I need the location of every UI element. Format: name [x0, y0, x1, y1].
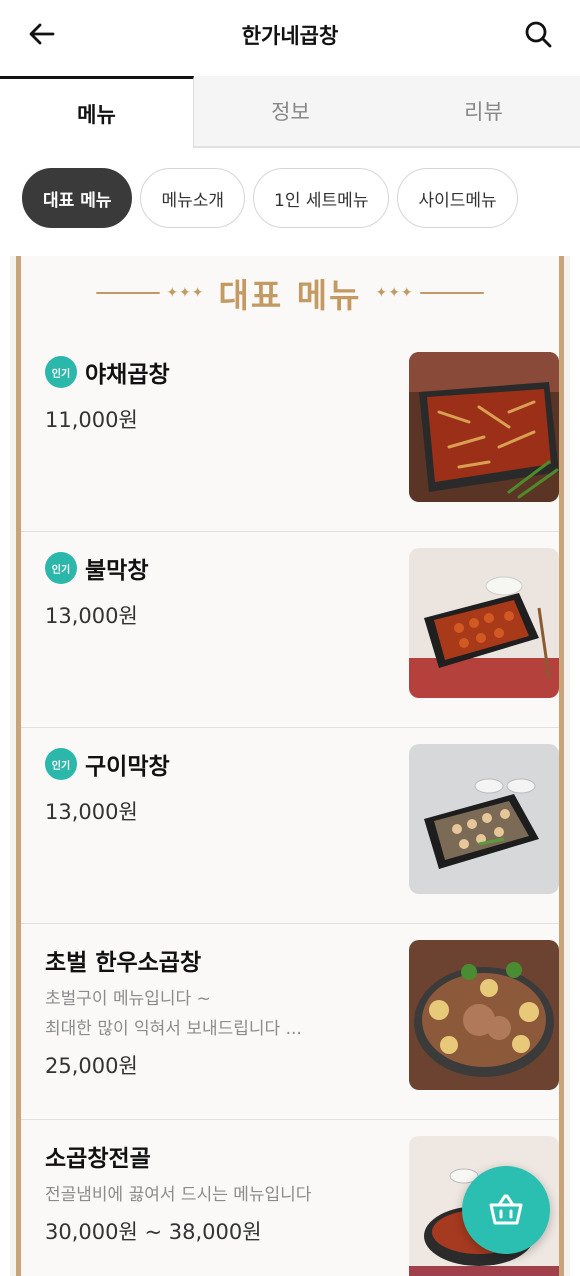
menu-item[interactable]: 인기 야채곱창 11,000원 — [21, 336, 559, 532]
tab-info[interactable]: 정보 — [194, 76, 387, 146]
menu-item-price: 30,000원 ~ 38,000원 — [45, 1220, 262, 1244]
menu-panel-background: ✦✦✦ 대표 메뉴 ✦✦✦ 인기 야채곱창 11,000원 인기 불막창 13,… — [10, 256, 570, 1276]
menu-item-description: 초벌구이 메뉴입니다 ~ 최대한 많이 익혀서 보내드립니다 ... — [45, 989, 302, 1039]
menu-item-photo — [409, 940, 559, 1090]
menu-item-name: 불막창 — [85, 558, 149, 584]
chip-single-set[interactable]: 1인 세트메뉴 — [253, 168, 390, 228]
menu-item-name: 초벌 한우소곱창 — [45, 950, 202, 976]
category-chips: 대표 메뉴 메뉴소개 1인 세트메뉴 사이드메뉴 — [0, 148, 580, 248]
menu-item-description: 전골냄비에 끓여서 드시는 메뉴입니다 — [45, 1185, 312, 1205]
popular-badge: 인기 — [45, 356, 77, 388]
tab-menu[interactable]: 메뉴 — [0, 76, 194, 148]
menu-item-photo — [409, 548, 559, 698]
menu-item-photo — [409, 744, 559, 894]
app-header: 한가네곱창 — [0, 0, 580, 76]
chip-side-menu[interactable]: 사이드메뉴 — [397, 168, 518, 228]
menu-item-price: 13,000원 — [45, 800, 138, 824]
menu-item[interactable]: 초벌 한우소곱창 초벌구이 메뉴입니다 ~ 최대한 많이 익혀서 보내드립니다 … — [21, 924, 559, 1120]
popular-badge: 인기 — [45, 748, 77, 780]
menu-list: 인기 야채곱창 11,000원 인기 불막창 13,000원 인기 구이막창 1… — [21, 336, 559, 1276]
basket-icon — [489, 1194, 523, 1225]
menu-item-price: 25,000원 — [45, 1054, 138, 1078]
section-title: 대표 메뉴 — [218, 276, 362, 315]
search-button[interactable] — [518, 14, 558, 54]
store-tabs: 메뉴 정보 리뷰 — [0, 76, 580, 148]
menu-item-price: 13,000원 — [45, 604, 138, 628]
chip-featured-menu[interactable]: 대표 메뉴 — [22, 168, 133, 228]
cart-button[interactable] — [462, 1166, 550, 1254]
page-title: 한가네곱창 — [241, 24, 339, 48]
menu-item-price: 11,000원 — [45, 408, 138, 432]
search-icon — [525, 21, 552, 48]
menu-item-name: 소곱창전골 — [45, 1146, 151, 1172]
chip-menu-intro[interactable]: 메뉴소개 — [140, 168, 246, 228]
popular-badge: 인기 — [45, 552, 77, 584]
menu-panel: ✦✦✦ 대표 메뉴 ✦✦✦ 인기 야채곱창 11,000원 인기 불막창 13,… — [16, 256, 564, 1276]
menu-item-name: 야채곱창 — [85, 362, 170, 388]
section-header: ✦✦✦ 대표 메뉴 ✦✦✦ — [21, 268, 559, 318]
left-ornament: ✦✦✦ — [96, 285, 204, 301]
tab-reviews[interactable]: 리뷰 — [387, 76, 580, 146]
menu-item-photo — [409, 352, 559, 502]
right-ornament: ✦✦✦ — [375, 285, 484, 301]
menu-item[interactable]: 인기 불막창 13,000원 — [21, 532, 559, 728]
menu-item[interactable]: 인기 구이막창 13,000원 — [21, 728, 559, 924]
menu-item-name: 구이막창 — [85, 754, 170, 780]
